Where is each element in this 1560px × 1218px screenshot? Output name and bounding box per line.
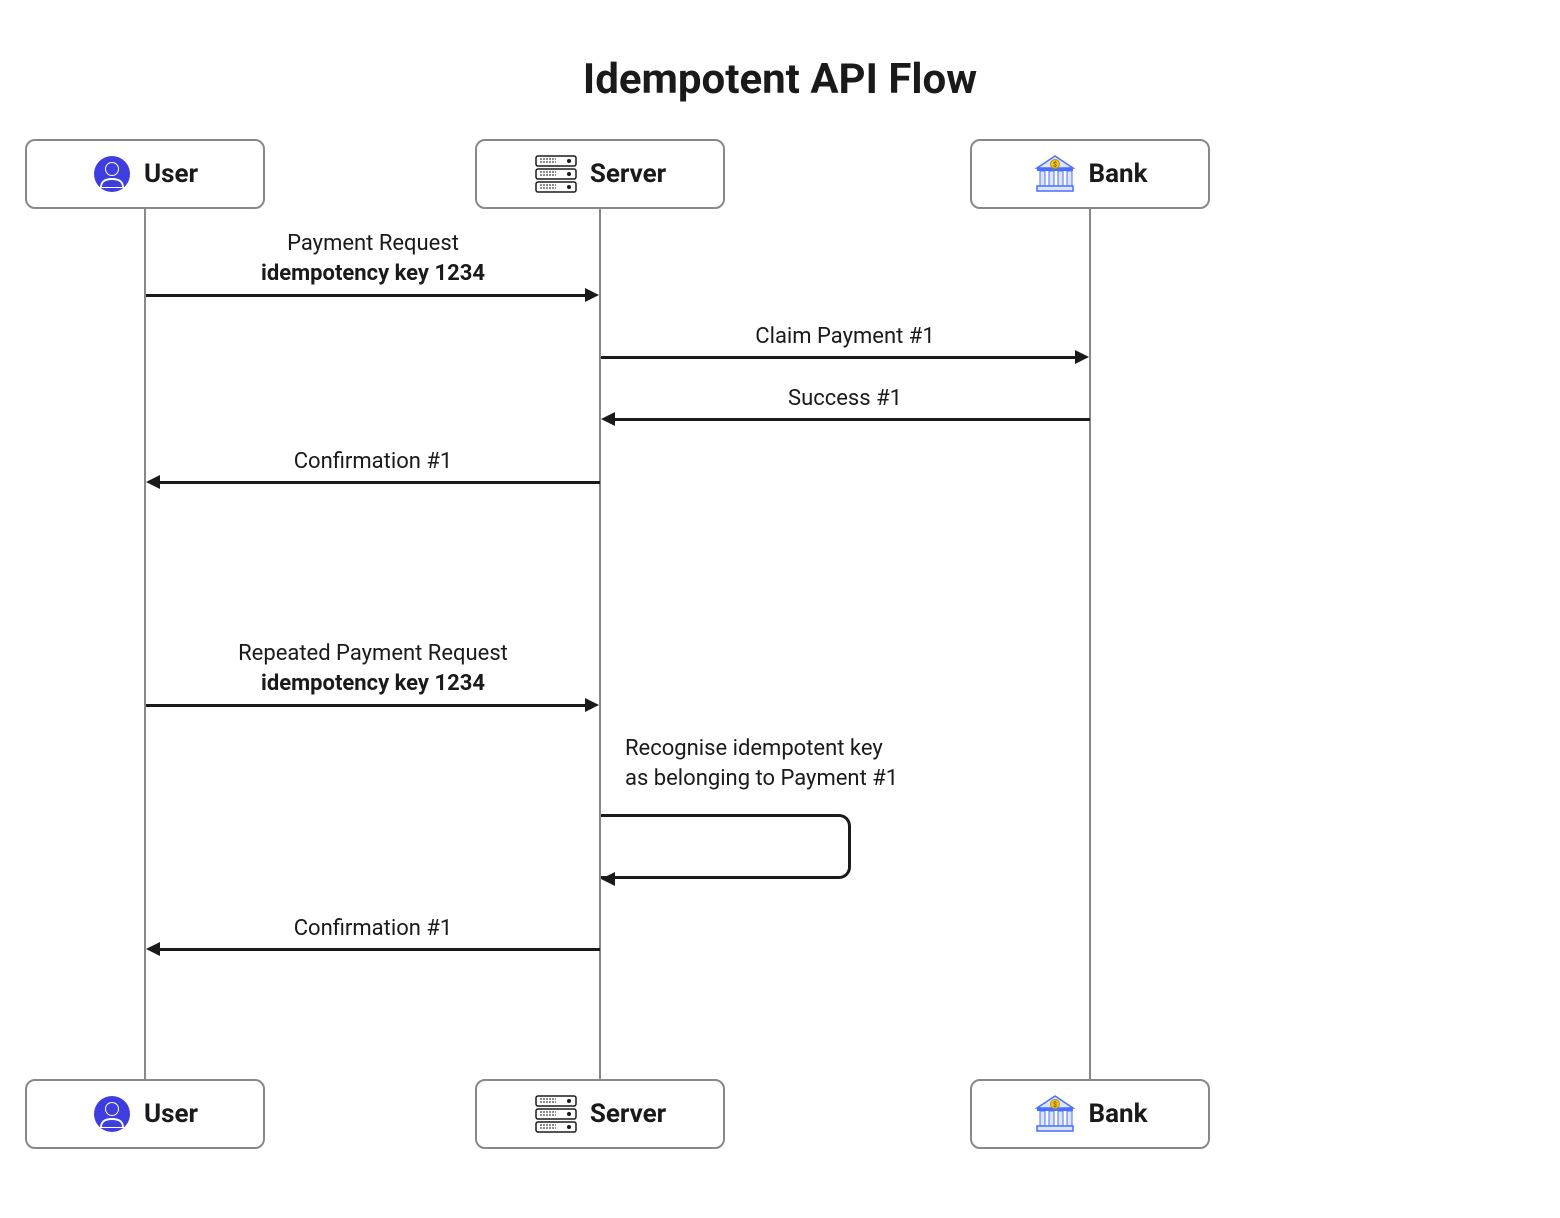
server-icon xyxy=(534,1094,578,1134)
arrow-head xyxy=(601,872,615,886)
msg-confirmation-2-label: Confirmation #1 xyxy=(146,914,600,944)
user-label-bottom: User xyxy=(144,1099,198,1129)
server-participant-top: Server xyxy=(475,139,725,209)
user-icon xyxy=(92,154,132,194)
server-participant-bottom: Server xyxy=(475,1079,725,1149)
arrow-head xyxy=(1075,350,1089,364)
bank-label-top: Bank xyxy=(1089,159,1148,189)
msg-repeated-request-label: Repeated Payment Request idempotency key… xyxy=(146,639,600,698)
msg-confirmation-1-label: Confirmation #1 xyxy=(146,447,600,477)
server-label-top: Server xyxy=(590,159,666,189)
bank-icon: $ xyxy=(1033,154,1077,194)
bank-icon: $ xyxy=(1033,1094,1077,1134)
msg-success-arrow xyxy=(615,418,1090,421)
msg-repeated-request-arrow xyxy=(146,704,586,707)
msg-success-label: Success #1 xyxy=(600,384,1090,414)
user-label-top: User xyxy=(144,159,198,189)
user-icon xyxy=(92,1094,132,1134)
msg-payment-request-arrow xyxy=(146,294,586,297)
sequence-diagram: User Server xyxy=(0,134,1560,1214)
msg-payment-request-label: Payment Request idempotency key 1234 xyxy=(146,229,600,288)
msg-recognise-key-loop xyxy=(601,814,851,879)
bank-participant-bottom: $ Bank xyxy=(970,1079,1210,1149)
arrow-head xyxy=(585,698,599,712)
arrow-head xyxy=(146,942,160,956)
arrow-head xyxy=(585,288,599,302)
svg-text:$: $ xyxy=(1052,1101,1056,1109)
server-icon xyxy=(534,154,578,194)
bank-label-bottom: Bank xyxy=(1089,1099,1148,1129)
svg-text:$: $ xyxy=(1052,161,1056,169)
user-participant-top: User xyxy=(25,139,265,209)
page-title: Idempotent API Flow xyxy=(0,0,1560,134)
user-participant-bottom: User xyxy=(25,1079,265,1149)
msg-confirmation-1-arrow xyxy=(160,481,600,484)
arrow-head xyxy=(146,475,160,489)
msg-recognise-key-label: Recognise idempotent key as belonging to… xyxy=(625,734,898,793)
msg-confirmation-2-arrow xyxy=(160,948,600,951)
server-label-bottom: Server xyxy=(590,1099,666,1129)
msg-claim-payment-arrow xyxy=(601,356,1076,359)
msg-claim-payment-label: Claim Payment #1 xyxy=(600,322,1090,352)
arrow-head xyxy=(601,412,615,426)
bank-participant-top: $ Bank xyxy=(970,139,1210,209)
